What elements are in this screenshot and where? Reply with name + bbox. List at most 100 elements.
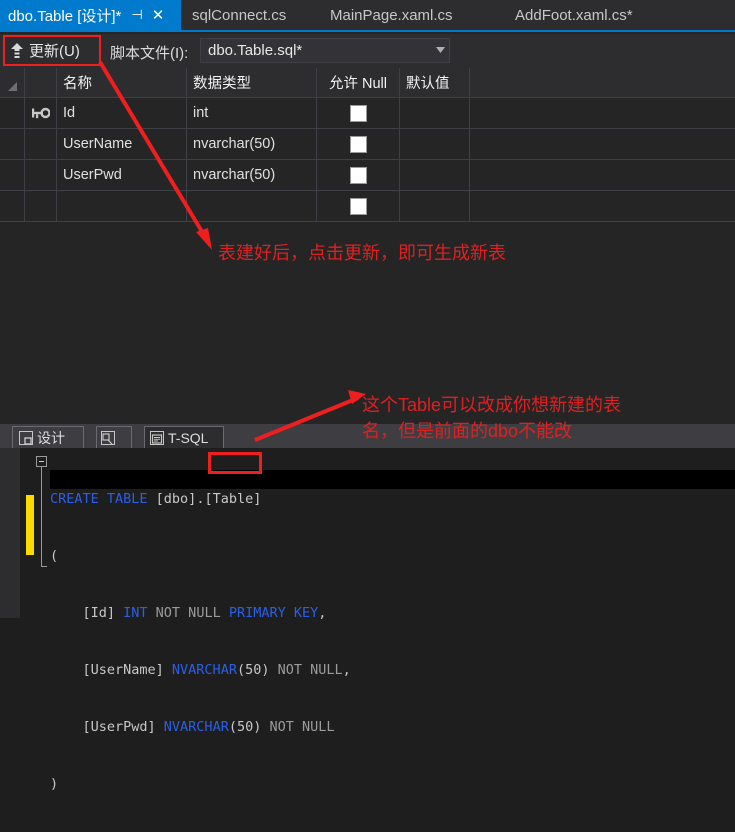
row-filler	[470, 160, 735, 190]
code-line: )	[50, 775, 351, 794]
row-selector[interactable]	[0, 160, 25, 190]
tab-label: MainPage.xaml.cs	[330, 6, 453, 24]
tab-dbo-table-design[interactable]: dbo.Table [设计]* ⊣ ✕	[0, 0, 181, 30]
tab-sqlconnect-cs[interactable]: sqlConnect.cs	[192, 0, 286, 30]
code-token: NOT NULL	[261, 719, 335, 735]
grid-header-datatype: 数据类型	[187, 68, 317, 97]
editor-gutter	[0, 448, 20, 618]
tab-label: AddFoot.xaml.cs*	[515, 6, 633, 24]
code-token: [dbo].[Table]	[147, 491, 262, 507]
default-value-cell[interactable]	[400, 191, 470, 221]
key-cell	[25, 129, 57, 159]
table-row[interactable]: UserPwd nvarchar(50)	[0, 160, 735, 191]
code-line: [Id] INT NOT NULL PRIMARY KEY,	[50, 604, 351, 623]
tab-addfoot-xaml-cs[interactable]: AddFoot.xaml.cs*	[515, 0, 633, 30]
code-token: [Id]	[50, 605, 124, 621]
default-value-cell[interactable]	[400, 160, 470, 190]
update-button[interactable]: 更新(U)	[6, 37, 88, 64]
tab-label: sqlConnect.cs	[192, 6, 287, 24]
table-row[interactable]: UserName nvarchar(50)	[0, 129, 735, 160]
code-token: [UserPwd]	[50, 719, 164, 735]
table-row-empty[interactable]	[0, 191, 735, 222]
change-indicator-bar	[26, 495, 34, 555]
chevron-down-icon[interactable]	[431, 46, 449, 55]
grid-header-filler	[470, 68, 735, 97]
code-token: NVARCHAR	[163, 719, 229, 735]
script-file-label: 脚本文件(I):	[110, 45, 189, 62]
code-token: PRIMARY KEY	[228, 605, 319, 621]
allow-null-checkbox[interactable]	[349, 197, 367, 215]
code-line: [UserName] NVARCHAR(50) NOT NULL,	[50, 661, 351, 680]
tab-design-view[interactable]: 设计	[12, 426, 84, 448]
pin-icon[interactable]: ⊣	[131, 9, 142, 22]
code-line: (	[50, 547, 351, 566]
code-token: NVARCHAR	[171, 662, 237, 678]
collapse-region-end	[41, 566, 47, 567]
tab-label: 设计	[37, 429, 65, 446]
code-token: ,	[342, 662, 351, 678]
code-line: CREATE TABLE [dbo].[Table]	[50, 490, 351, 509]
column-name-cell[interactable]	[57, 191, 187, 221]
default-value-cell[interactable]	[400, 98, 470, 128]
row-selector[interactable]	[0, 98, 25, 128]
key-cell	[25, 160, 57, 190]
allow-null-cell[interactable]	[317, 129, 400, 159]
tab-mainpage-xaml-cs[interactable]: MainPage.xaml.cs	[330, 0, 453, 30]
allow-null-checkbox[interactable]	[349, 166, 367, 184]
column-datatype-cell[interactable]: nvarchar(50)	[187, 160, 317, 190]
corner-triangle-icon	[7, 81, 17, 91]
allow-null-checkbox[interactable]	[349, 104, 367, 122]
row-filler	[470, 191, 735, 221]
table-row[interactable]: Id int	[0, 98, 735, 129]
code-token: [UserName]	[50, 662, 172, 678]
row-selector[interactable]	[0, 129, 25, 159]
tab-tsql-view[interactable]: T-SQL	[144, 426, 224, 448]
annotation-update-hint: 表建好后，点击更新，即可生成新表	[218, 243, 506, 263]
tab-label: dbo.Table [设计]*	[8, 7, 122, 25]
grid-header-row: 名称 数据类型 允许 Null 默认值	[0, 68, 735, 98]
design-icon	[19, 430, 33, 445]
row-filler	[470, 98, 735, 128]
annotation-table-name-hint: 这个Table可以改成你想新建的表 名，但是前面的dbo不能改	[362, 395, 622, 441]
column-grid: 名称 数据类型 允许 Null 默认值 Id int UserName nvar…	[0, 68, 735, 223]
code-token: INT	[123, 605, 148, 621]
column-datatype-cell[interactable]	[187, 191, 317, 221]
column-datatype-cell[interactable]: int	[187, 98, 317, 128]
collapse-region-line	[41, 467, 42, 567]
script-file-dropdown[interactable]: dbo.Table.sql*	[200, 38, 450, 63]
code-token: (50)	[228, 719, 262, 735]
code-token: (	[50, 548, 59, 564]
grid-header-allow-null: 允许 Null	[317, 68, 400, 97]
split-view-icon	[101, 430, 115, 445]
column-name-cell[interactable]: UserPwd	[57, 160, 187, 190]
update-button-label: 更新(U)	[29, 43, 80, 60]
allow-null-cell[interactable]	[317, 98, 400, 128]
tab-label: T-SQL	[168, 429, 209, 446]
sql-code-block[interactable]: CREATE TABLE [dbo].[Table] ( [Id] INT NO…	[50, 452, 351, 832]
code-token: (50)	[236, 662, 270, 678]
key-cell	[25, 191, 57, 221]
up-arrow-icon	[10, 42, 24, 60]
visual-studio-table-designer: dbo.Table [设计]* ⊣ ✕ sqlConnect.cs MainPa…	[0, 0, 735, 792]
allow-null-cell[interactable]	[317, 160, 400, 190]
allow-null-cell[interactable]	[317, 191, 400, 221]
default-value-cell[interactable]	[400, 129, 470, 159]
tab-split-view[interactable]	[96, 426, 132, 448]
column-name-cell[interactable]: UserName	[57, 129, 187, 159]
collapse-region-icon[interactable]	[36, 456, 47, 467]
code-token: CREATE TABLE	[50, 491, 148, 507]
table-name-highlight	[208, 452, 262, 474]
column-datatype-cell[interactable]: nvarchar(50)	[187, 129, 317, 159]
row-selector[interactable]	[0, 191, 25, 221]
editor-tab-strip: dbo.Table [设计]* ⊣ ✕ sqlConnect.cs MainPa…	[0, 0, 735, 32]
grid-header-name: 名称	[57, 68, 187, 97]
grid-corner-cell[interactable]	[0, 68, 25, 97]
column-name-cell[interactable]: Id	[57, 98, 187, 128]
code-token: )	[50, 776, 59, 792]
code-token: NOT NULL	[147, 605, 229, 621]
code-line: [UserPwd] NVARCHAR(50) NOT NULL	[50, 718, 351, 737]
allow-null-checkbox[interactable]	[349, 135, 367, 153]
designer-toolbar: 更新(U) 脚本文件(I): dbo.Table.sql*	[0, 34, 735, 68]
sql-script-icon	[150, 430, 164, 445]
close-icon[interactable]: ✕	[152, 8, 165, 23]
